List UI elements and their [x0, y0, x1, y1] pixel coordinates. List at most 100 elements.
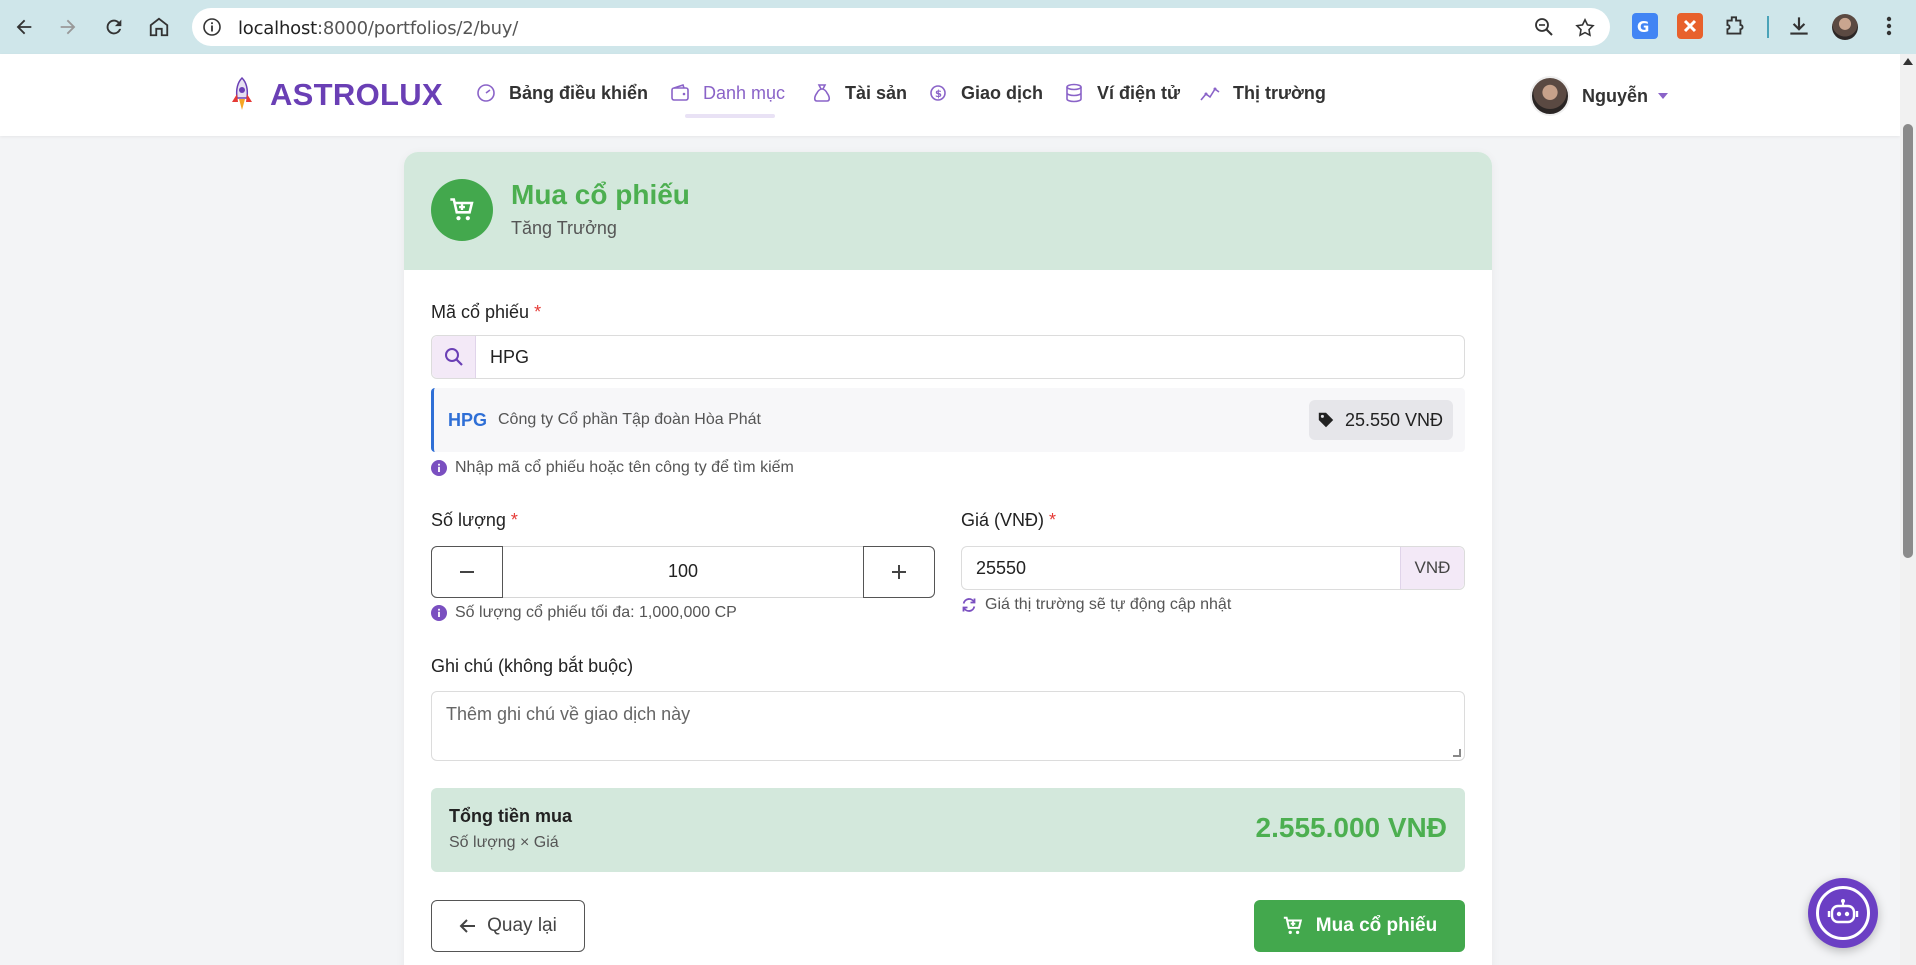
search-addon — [432, 336, 476, 378]
user-name: Nguyễn — [1582, 85, 1649, 106]
result-company-name: Công ty Cổ phần Tập đoàn Hòa Phát — [498, 411, 761, 428]
quantity-hint: Số lượng cổ phiếu tối đa: 1,000,000 CP — [431, 604, 737, 622]
kebab-menu-icon[interactable] — [1876, 13, 1902, 39]
url-path: :8000/portfolios/2/buy/ — [317, 18, 519, 39]
nav-assets-label: Tài sản — [845, 82, 908, 103]
price-unit: VNĐ — [1400, 547, 1464, 589]
forward-arrow-icon[interactable] — [52, 11, 84, 43]
result-price-badge: 25.550 VNĐ — [1308, 400, 1453, 440]
quantity-hint-text: Số lượng cổ phiếu tối đa: 1,000,000 CP — [455, 604, 737, 621]
scroll-up-icon[interactable] — [1903, 58, 1913, 65]
nav-ewallet-label: Ví điện tử — [1097, 82, 1181, 103]
plus-icon — [892, 565, 906, 579]
page-scrollbar[interactable] — [1900, 54, 1916, 965]
arrow-left-icon — [459, 919, 476, 933]
note-textarea[interactable]: Thêm ghi chú về giao dịch này — [431, 691, 1465, 761]
price-input[interactable]: 25550 VNĐ — [961, 546, 1465, 590]
price-hint-text: Giá thị trường sẽ tự động cập nhật — [985, 596, 1232, 613]
coin-icon: $ — [930, 85, 946, 101]
nav-assets[interactable]: Tài sản — [811, 82, 907, 104]
note-placeholder: Thêm ghi chú về giao dịch này — [446, 704, 691, 724]
price-value: 25550 — [976, 558, 1027, 578]
resize-grip-icon[interactable] — [1453, 749, 1461, 757]
bookmark-star-icon[interactable] — [1574, 17, 1596, 39]
extension-icon[interactable] — [1677, 13, 1703, 39]
stock-code-label-text: Mã cổ phiếu — [431, 302, 530, 322]
cart-icon — [1283, 916, 1302, 935]
scrollbar-thumb[interactable] — [1903, 124, 1913, 558]
result-price: 25.550 VNĐ — [1344, 409, 1443, 430]
page-title: Mua cổ phiếu — [511, 179, 690, 210]
decrement-button[interactable] — [431, 546, 503, 598]
total-label: Tổng tiền mua — [449, 806, 572, 826]
required-mark: * — [1049, 510, 1057, 530]
quantity-label-text: Số lượng — [431, 510, 506, 530]
stock-search-value: HPG — [490, 347, 530, 367]
note-label: Ghi chú (không bắt buộc) — [431, 656, 634, 676]
total-amount: 2.555.000 VNĐ — [1255, 812, 1447, 843]
database-icon — [1066, 83, 1082, 103]
caret-down-icon — [1658, 93, 1669, 99]
price-hint: Giá thị trường sẽ tự động cập nhật — [961, 596, 1231, 614]
required-mark: * — [510, 510, 518, 530]
nav-market-label: Thị trường — [1233, 82, 1326, 103]
download-icon[interactable] — [1786, 13, 1812, 39]
app-header: ASTROLUX Bảng điều khiển Danh mục Tài sả… — [0, 54, 1900, 136]
back-arrow-icon[interactable] — [8, 11, 40, 43]
nav-dashboard-label: Bảng điều khiển — [509, 82, 649, 103]
total-formula: Số lượng × Giá — [449, 834, 559, 851]
user-avatar — [1530, 76, 1570, 116]
puzzle-extensions-icon[interactable] — [1722, 13, 1748, 39]
required-mark: * — [534, 302, 542, 322]
translate-extension-icon[interactable]: G — [1632, 13, 1658, 39]
nav-portfolio-label: Danh mục — [703, 82, 786, 103]
robot-icon — [1816, 886, 1870, 940]
stock-hint: Nhập mã cổ phiếu hoặc tên công ty để tìm… — [431, 459, 794, 477]
active-nav-indicator — [685, 114, 775, 118]
brand-logo[interactable]: ASTROLUX — [228, 76, 443, 114]
increment-button[interactable] — [863, 546, 935, 598]
url-host: localhost — [238, 18, 317, 39]
profile-avatar[interactable] — [1832, 14, 1858, 40]
buy-button-label: Mua cổ phiếu — [1315, 915, 1438, 936]
card-header: Mua cổ phiếu Tăng Trưởng — [404, 152, 1492, 270]
nav-market[interactable]: Thị trường — [1199, 82, 1326, 104]
chatbot-button[interactable] — [1808, 878, 1878, 948]
quantity-input[interactable]: 100 — [504, 561, 862, 582]
buy-stock-button[interactable]: Mua cổ phiếu — [1254, 900, 1465, 952]
nav-ewallet[interactable]: Ví điện tử — [1063, 82, 1180, 104]
user-menu[interactable]: Nguyễn — [1530, 76, 1669, 116]
svg-text:G: G — [1637, 18, 1649, 36]
money-bag-icon — [813, 84, 831, 102]
url-text: localhost:8000/portfolios/2/buy/ — [238, 18, 518, 39]
cart-icon — [450, 198, 474, 221]
search-icon — [444, 348, 463, 366]
portfolio-name: Tăng Trưởng — [511, 218, 617, 238]
cart-badge — [431, 179, 493, 241]
nav-portfolio[interactable]: Danh mục — [669, 82, 786, 118]
info-icon — [431, 605, 447, 621]
price-label: Giá (VNĐ) * — [961, 510, 1056, 531]
home-icon[interactable] — [143, 11, 175, 43]
total-summary: Tổng tiền mua Số lượng × Giá 2.555.000 V… — [431, 788, 1465, 872]
quantity-label: Số lượng * — [431, 510, 518, 531]
browser-toolbar: localhost:8000/portfolios/2/buy/ G — [0, 0, 1916, 54]
nav-transactions[interactable]: $ Giao dịch — [927, 82, 1043, 104]
buy-stock-card: Mua cổ phiếu Tăng Trưởng Mã cổ phiếu * H… — [404, 152, 1492, 965]
brand-name: ASTROLUX — [270, 77, 443, 112]
svg-text:$: $ — [935, 89, 942, 100]
gauge-icon — [477, 84, 495, 102]
reload-icon[interactable] — [98, 11, 130, 43]
stock-search-result[interactable]: HPG Công ty Cổ phần Tập đoàn Hòa Phát 25… — [431, 388, 1465, 452]
rocket-icon — [232, 76, 252, 110]
site-info-icon[interactable] — [202, 17, 222, 37]
zoom-icon[interactable] — [1534, 17, 1556, 39]
refresh-icon — [962, 598, 976, 612]
address-bar[interactable]: localhost:8000/portfolios/2/buy/ — [192, 8, 1610, 46]
back-button[interactable]: Quay lại — [431, 900, 585, 952]
nav-dashboard[interactable]: Bảng điều khiển — [475, 82, 648, 104]
chart-line-icon — [1200, 87, 1220, 101]
stock-search-input[interactable]: HPG — [431, 335, 1465, 379]
info-icon — [431, 460, 447, 476]
stock-hint-text: Nhập mã cổ phiếu hoặc tên công ty để tìm… — [455, 459, 794, 476]
